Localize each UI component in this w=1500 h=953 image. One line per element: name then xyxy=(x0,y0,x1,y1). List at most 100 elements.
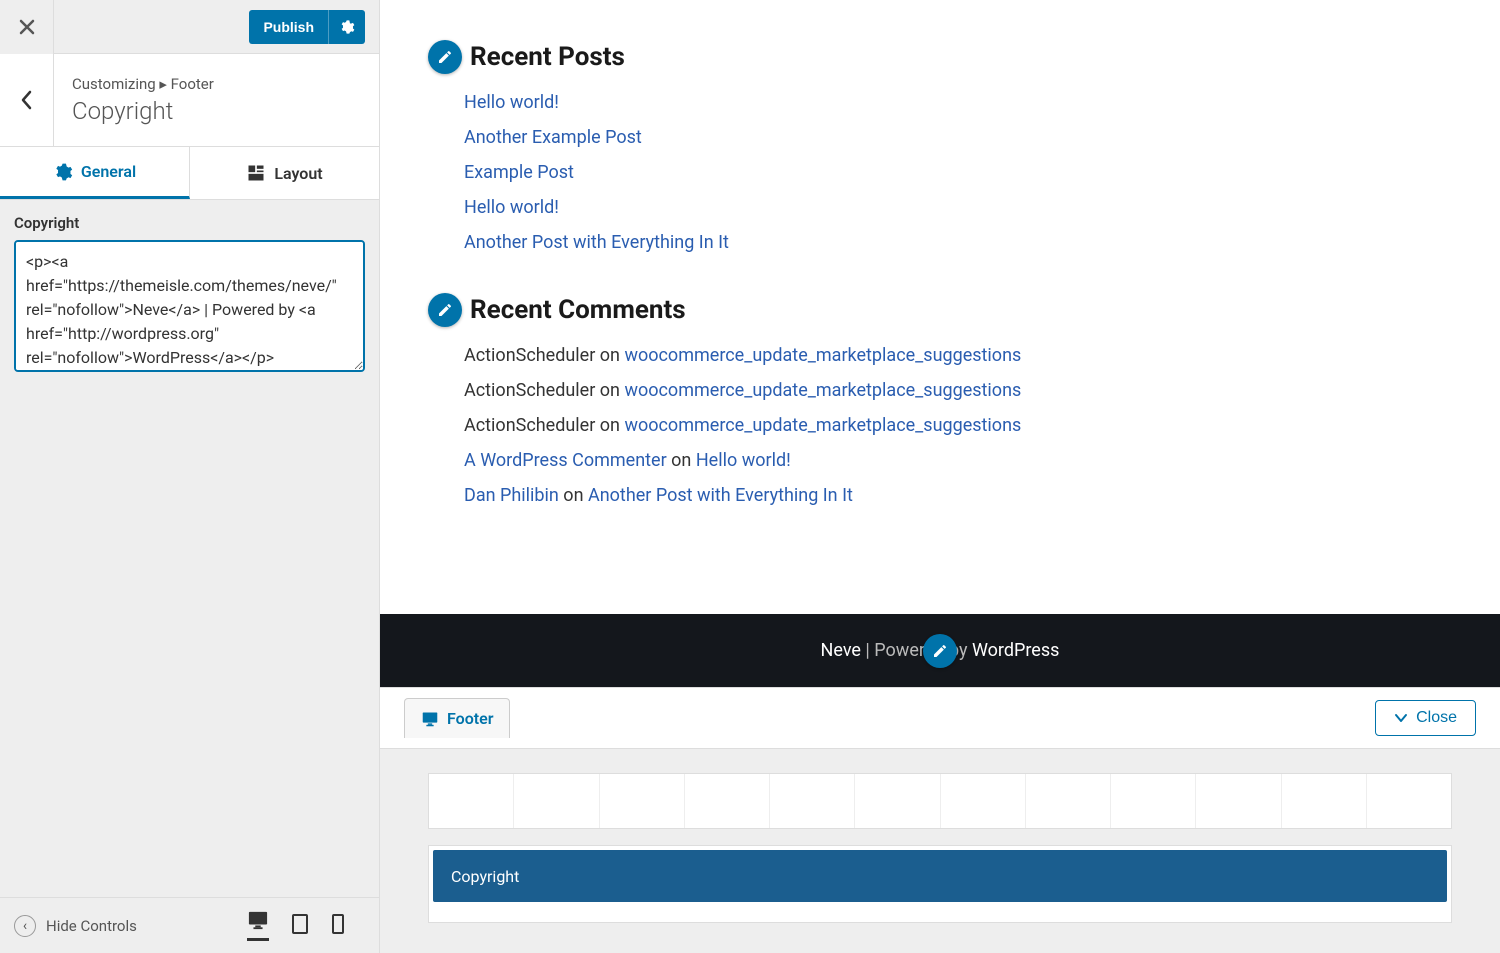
post-link[interactable]: Another Example Post xyxy=(464,127,642,148)
comment-target-link[interactable]: Another Post with Everything In It xyxy=(588,485,853,506)
publish-label: Publish xyxy=(249,19,328,35)
comment-on-text: on xyxy=(595,415,624,436)
tab-general-label: General xyxy=(81,162,136,181)
edit-shortcut-button[interactable] xyxy=(428,40,462,74)
chevron-down-icon xyxy=(1394,713,1408,723)
copyright-textarea[interactable] xyxy=(14,240,365,372)
recent-posts-heading: Recent Posts xyxy=(428,40,1452,74)
post-link[interactable]: Hello world! xyxy=(464,197,559,218)
list-item: Another Post with Everything In It xyxy=(464,232,1452,253)
builder-cell[interactable] xyxy=(429,774,514,828)
list-item: A WordPress Commenter on Hello world! xyxy=(464,450,1452,471)
recent-posts-list: Hello world! Another Example Post Example … xyxy=(464,92,1452,253)
comment-author[interactable]: A WordPress Commenter xyxy=(464,450,667,471)
comment-author: ActionScheduler xyxy=(464,380,595,401)
layout-icon xyxy=(246,163,266,183)
footer-theme-link[interactable]: Neve xyxy=(821,640,861,661)
footer-builder-copyright-block[interactable]: Copyright xyxy=(433,850,1447,902)
chevron-left-icon: ‹ xyxy=(14,915,36,937)
mobile-icon[interactable] xyxy=(331,913,345,939)
close-icon xyxy=(19,19,35,35)
builder-cell[interactable] xyxy=(685,774,770,828)
copyright-field-label: Copyright xyxy=(14,214,365,232)
publish-wrap: Publish xyxy=(249,10,379,44)
builder-cell[interactable] xyxy=(1282,774,1367,828)
footer-tab-label: Footer xyxy=(447,709,493,728)
back-button[interactable] xyxy=(0,54,54,146)
footer-builder-grid: Copyright xyxy=(380,749,1500,953)
footer-builder-tab[interactable]: Footer xyxy=(404,698,510,738)
site-footer: Neve | Powered by WordPress xyxy=(380,614,1500,687)
list-item: ActionScheduler on woocommerce_update_ma… xyxy=(464,380,1452,401)
publish-button[interactable]: Publish xyxy=(249,10,365,44)
builder-cell[interactable] xyxy=(1111,774,1196,828)
post-link[interactable]: Hello world! xyxy=(464,92,559,113)
preview-content: Recent Posts Hello world! Another Example… xyxy=(380,0,1500,614)
list-item: Another Example Post xyxy=(464,127,1452,148)
comment-on-text: on xyxy=(559,485,588,506)
comment-target-link[interactable]: woocommerce_update_marketplace_suggestio… xyxy=(624,380,1021,401)
comment-target-link[interactable]: woocommerce_update_marketplace_suggestio… xyxy=(624,345,1021,366)
list-item: ActionScheduler on woocommerce_update_ma… xyxy=(464,415,1452,436)
comment-on-text: on xyxy=(667,450,696,471)
tab-general[interactable]: General xyxy=(0,147,190,199)
footer-builder-row-top[interactable] xyxy=(428,773,1452,829)
pencil-icon xyxy=(437,302,453,318)
builder-cell[interactable] xyxy=(855,774,940,828)
breadcrumb-text: Customizing ▸ Footer Copyright xyxy=(54,61,232,139)
desktop-icon[interactable] xyxy=(247,910,269,941)
close-customizer-button[interactable] xyxy=(0,0,54,54)
copyright-field-section: Copyright xyxy=(0,200,379,390)
comment-on-text: on xyxy=(595,345,624,366)
builder-cell[interactable] xyxy=(770,774,855,828)
breadcrumb-row: Customizing ▸ Footer Copyright xyxy=(0,54,379,147)
pencil-icon xyxy=(932,643,948,659)
close-builder-button[interactable]: Close xyxy=(1375,700,1476,736)
recent-posts-title: Recent Posts xyxy=(470,42,625,72)
breadcrumb-path: Customizing ▸ Footer xyxy=(72,75,214,93)
tab-layout-label: Layout xyxy=(274,164,322,183)
comment-on-text: on xyxy=(595,380,624,401)
list-item: Hello world! xyxy=(464,197,1452,218)
edit-shortcut-button[interactable] xyxy=(923,634,957,668)
device-preview-icons xyxy=(247,910,365,941)
comment-author: ActionScheduler xyxy=(464,345,595,366)
edit-shortcut-button[interactable] xyxy=(428,293,462,327)
tablet-icon[interactable] xyxy=(291,913,309,939)
publish-settings-button[interactable] xyxy=(328,10,365,44)
footer-builder-row-bottom-wrapper: Copyright xyxy=(428,845,1452,923)
post-link[interactable]: Another Post with Everything In It xyxy=(464,232,729,253)
recent-comments-title: Recent Comments xyxy=(470,295,686,325)
comment-target-link[interactable]: woocommerce_update_marketplace_suggestio… xyxy=(624,415,1021,436)
tab-layout[interactable]: Layout xyxy=(190,147,379,199)
footer-platform-link[interactable]: WordPress xyxy=(972,640,1059,661)
copyright-block-label: Copyright xyxy=(451,867,519,886)
comment-author: ActionScheduler xyxy=(464,415,595,436)
list-item: ActionScheduler on woocommerce_update_ma… xyxy=(464,345,1452,366)
comment-target-link[interactable]: Hello world! xyxy=(696,450,791,471)
preview-pane: Recent Posts Hello world! Another Example… xyxy=(380,0,1500,953)
builder-cell[interactable] xyxy=(1026,774,1111,828)
builder-cell[interactable] xyxy=(941,774,1026,828)
chevron-left-icon xyxy=(20,90,34,110)
close-builder-label: Close xyxy=(1416,709,1457,727)
post-link[interactable]: Example Post xyxy=(464,162,574,183)
desktop-icon xyxy=(421,711,439,727)
builder-cell[interactable] xyxy=(1367,774,1451,828)
settings-tabs: General Layout xyxy=(0,147,379,200)
footer-builder-toolbar: Footer Close xyxy=(380,687,1500,749)
pencil-icon xyxy=(437,49,453,65)
list-item: Hello world! xyxy=(464,92,1452,113)
customizer-sidebar: Publish Customizing ▸ Footer Copyright G… xyxy=(0,0,380,953)
hide-controls-label: Hide Controls xyxy=(46,917,137,935)
builder-cell[interactable] xyxy=(1196,774,1281,828)
recent-comments-heading: Recent Comments xyxy=(428,293,1452,327)
breadcrumb-title: Copyright xyxy=(72,97,214,125)
recent-comments-list: ActionScheduler on woocommerce_update_ma… xyxy=(464,345,1452,506)
builder-cell[interactable] xyxy=(514,774,599,828)
hide-controls-button[interactable]: ‹ Hide Controls xyxy=(14,915,137,937)
list-item: Example Post xyxy=(464,162,1452,183)
sidebar-footer: ‹ Hide Controls xyxy=(0,897,379,953)
builder-cell[interactable] xyxy=(600,774,685,828)
comment-author[interactable]: Dan Philibin xyxy=(464,485,559,506)
